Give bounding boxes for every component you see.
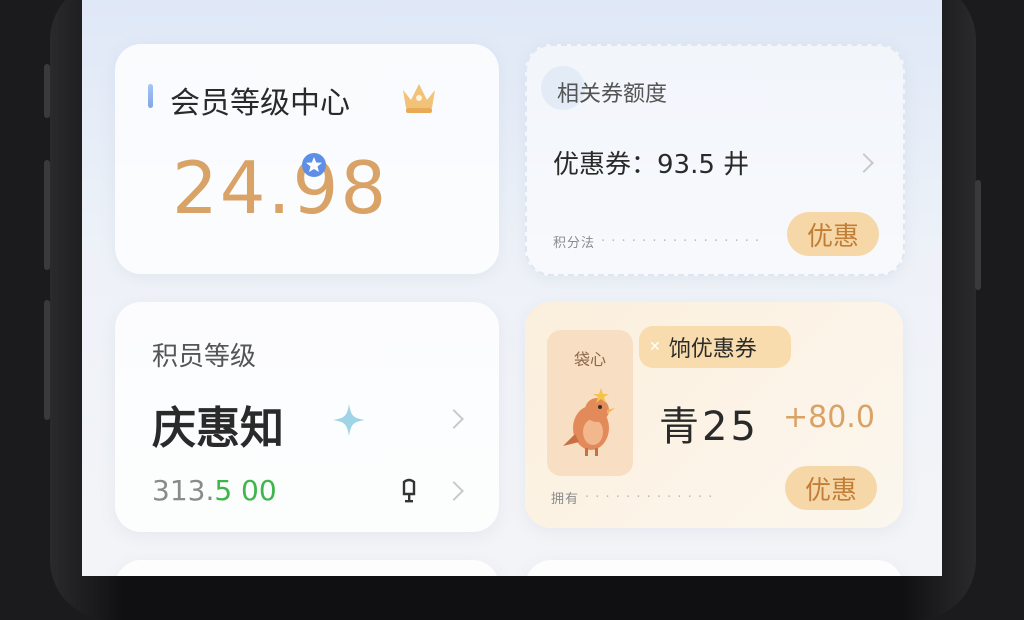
- bell-icon[interactable]: [399, 478, 419, 504]
- mascot-panel: 袋心: [547, 330, 633, 476]
- title-accent-bar: [148, 84, 153, 108]
- discount-footnote: 积分法 · · · · · · · · · · · · · · · ·: [553, 234, 761, 251]
- app-screen: 会员等级中心 24.98 相关券额度 优惠券：93.5 井 积分法 · · · …: [82, 0, 942, 576]
- level-name: 庆惠知: [152, 403, 284, 454]
- sparkle-icon: [333, 404, 365, 436]
- power-button: [975, 180, 981, 290]
- level-chevron-icon[interactable]: [444, 409, 464, 429]
- coupon-button[interactable]: 优惠: [785, 466, 877, 510]
- volume-up-button: [44, 64, 50, 118]
- mascot-label: 袋心: [573, 350, 606, 369]
- discount-header: 相关券额度: [557, 82, 668, 107]
- coupon-bonus: +80.0: [783, 400, 875, 435]
- bottom-card-left: [115, 560, 499, 576]
- coupon-text: 优惠券：93.5 井: [553, 150, 750, 180]
- crown-icon: [403, 84, 435, 113]
- member-card-title: 会员等级中心: [170, 86, 350, 121]
- coupon-card[interactable]: 袋心 ✕ 饷优惠券 青25 +80.0 拥有 · · · · · · · · ·…: [525, 302, 903, 528]
- level-card[interactable]: 积员等级 庆惠知 313.5 00: [115, 302, 499, 532]
- tag-star-icon: ✕: [649, 339, 661, 355]
- mascot-bird-icon: [563, 388, 615, 456]
- volume-down-button: [44, 160, 50, 270]
- member-level-card[interactable]: 会员等级中心 24.98: [115, 44, 499, 274]
- discount-button[interactable]: 优惠: [787, 212, 879, 256]
- level-label: 积员等级: [152, 342, 257, 372]
- points-value: 313.5 00: [152, 474, 277, 507]
- discount-card[interactable]: 相关券额度 优惠券：93.5 井 积分法 · · · · · · · · · ·…: [525, 44, 905, 276]
- points-chevron-icon[interactable]: [444, 481, 464, 501]
- star-badge-icon: [302, 153, 326, 177]
- member-value: 24.98: [172, 146, 389, 230]
- bottom-card-right: [525, 560, 903, 576]
- coupon-tag: ✕ 饷优惠券: [639, 326, 791, 368]
- silent-switch: [44, 300, 50, 420]
- coupon-footnote: 拥有 · · · · · · · · · · · · ·: [551, 490, 714, 507]
- coupon-value: 青25: [659, 404, 759, 450]
- chevron-right-icon[interactable]: [854, 153, 874, 173]
